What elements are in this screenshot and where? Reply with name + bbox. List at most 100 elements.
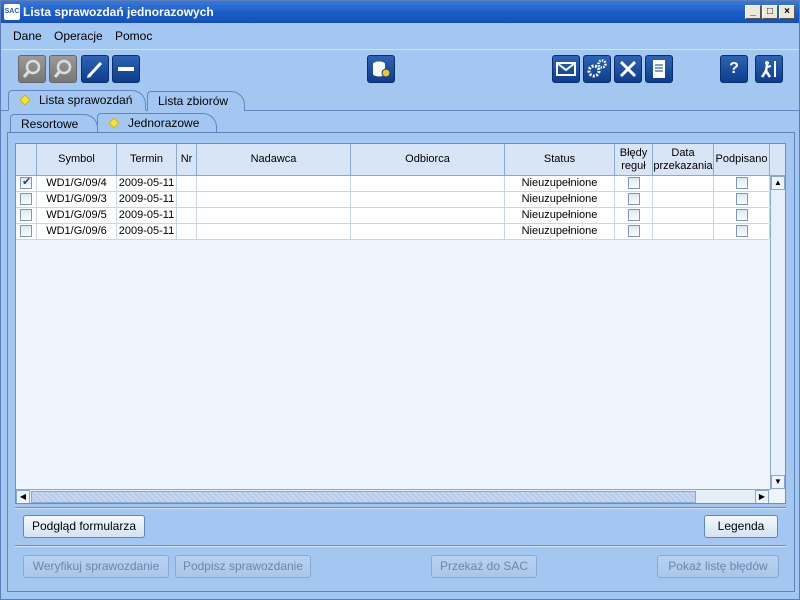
remove-minus-icon[interactable] xyxy=(112,55,140,83)
vertical-scrollbar[interactable]: ▲ ▼ xyxy=(770,176,785,490)
row-select-checkbox[interactable] xyxy=(20,209,32,222)
menu-dane[interactable]: Dane xyxy=(13,29,42,43)
cell-nr xyxy=(177,192,197,207)
header-bledy-line2: reguł xyxy=(621,159,646,172)
cell-odbiorca xyxy=(351,176,505,191)
menu-operacje[interactable]: Operacje xyxy=(54,29,103,43)
close-button[interactable]: × xyxy=(779,5,795,19)
row-checkbox[interactable] xyxy=(735,209,748,222)
maximize-button[interactable]: □ xyxy=(762,5,778,19)
cell-termin: 2009-05-11 xyxy=(117,224,177,239)
cell-nadawca xyxy=(197,192,351,207)
row-checkbox[interactable] xyxy=(735,193,748,206)
podpisz-sprawozdanie-button[interactable]: Podpisz sprawozdanie xyxy=(175,555,311,578)
table-row[interactable]: WD1/G/09/3 2009-05-11 Nieuzupełnione xyxy=(16,192,770,208)
pokaz-liste-bledow-button[interactable]: Pokaż listę błędów xyxy=(657,555,779,578)
cell-status: Nieuzupełnione xyxy=(505,224,615,239)
tab-lista-zbiorow[interactable]: Lista zbiorów xyxy=(147,91,245,111)
settings-gears-icon[interactable] xyxy=(583,55,611,83)
document-icon[interactable] xyxy=(645,55,673,83)
checkbox-cell xyxy=(714,192,770,207)
scroll-down-icon[interactable]: ▼ xyxy=(771,475,785,489)
tab-jednorazowe[interactable]: Jednorazowe xyxy=(97,113,217,133)
cell-termin: 2009-05-11 xyxy=(117,192,177,207)
tab-label: Lista zbiorów xyxy=(158,94,229,108)
cell-data-przekazania xyxy=(653,224,714,239)
cell-data-przekazania xyxy=(653,208,714,223)
reports-table: Symbol Termin Nr Nadawca Odbiorca Status… xyxy=(15,143,786,504)
tab-label: Lista sprawozdań xyxy=(39,93,133,107)
cell-data-przekazania xyxy=(653,192,714,207)
row-select-checkbox[interactable] xyxy=(20,225,32,238)
header-status[interactable]: Status xyxy=(505,144,615,176)
przekaz-do-sac-button[interactable]: Przekaż do SAC xyxy=(431,555,537,578)
cell-symbol: WD1/G/09/4 xyxy=(37,176,117,191)
weryfikuj-sprawozdanie-button[interactable]: Weryfikuj sprawozdanie xyxy=(23,555,169,578)
app-logo: SAC xyxy=(4,4,20,20)
table-row[interactable]: WD1/G/09/5 2009-05-11 Nieuzupełnione xyxy=(16,208,770,224)
tab-label: Resortowe xyxy=(21,117,79,131)
scroll-left-icon[interactable]: ◀ xyxy=(16,490,30,503)
preview-zoom-icon[interactable] xyxy=(18,55,46,83)
cell-status: Nieuzupełnione xyxy=(505,192,615,207)
row-checkbox[interactable] xyxy=(735,177,748,190)
cell-nadawca xyxy=(197,208,351,223)
table-row[interactable]: WD1/G/09/6 2009-05-11 Nieuzupełnione xyxy=(16,224,770,240)
diamond-icon xyxy=(108,117,120,129)
row-checkbox[interactable] xyxy=(627,209,640,222)
checkbox-cell xyxy=(16,224,37,239)
exit-icon[interactable] xyxy=(755,55,783,83)
header-nadawca[interactable]: Nadawca xyxy=(197,144,351,176)
cell-symbol: WD1/G/09/5 xyxy=(37,208,117,223)
row-select-checkbox[interactable] xyxy=(20,193,32,206)
horizontal-scrollbar[interactable]: ◀ ▶ xyxy=(16,489,770,503)
row-checkbox[interactable] xyxy=(627,193,640,206)
header-data-przekazania[interactable]: Data przekazania xyxy=(653,144,714,176)
scroll-thumb[interactable] xyxy=(31,491,696,503)
help-icon[interactable]: ? xyxy=(720,55,748,83)
database-icon[interactable] xyxy=(367,55,395,83)
checkbox-cell xyxy=(16,176,37,191)
cell-termin: 2009-05-11 xyxy=(117,208,177,223)
edit-pencil-icon[interactable] xyxy=(81,55,109,83)
scroll-up-icon[interactable]: ▲ xyxy=(771,176,785,190)
minimize-button[interactable]: _ xyxy=(745,5,761,19)
cell-odbiorca xyxy=(351,224,505,239)
checkbox-cell xyxy=(615,208,653,223)
checkbox-cell xyxy=(615,176,653,191)
header-nr[interactable]: Nr xyxy=(177,144,197,176)
checkbox-cell xyxy=(16,208,37,223)
tab-resortowe[interactable]: Resortowe xyxy=(10,114,98,134)
checkbox-cell xyxy=(714,208,770,223)
header-odbiorca[interactable]: Odbiorca xyxy=(351,144,505,176)
row-select-checkbox[interactable] xyxy=(20,176,32,190)
header-symbol[interactable]: Symbol xyxy=(37,144,117,176)
cell-symbol: WD1/G/09/3 xyxy=(37,192,117,207)
header-bledy-line1: Błędy xyxy=(619,146,648,159)
legenda-button[interactable]: Legenda xyxy=(704,515,778,538)
podglad-formularza-button[interactable]: Podgląd formularza xyxy=(23,515,145,538)
mail-icon[interactable] xyxy=(552,55,580,83)
header-select xyxy=(16,144,37,176)
header-termin[interactable]: Termin xyxy=(117,144,177,176)
cell-nadawca xyxy=(197,176,351,191)
header-podpisano[interactable]: Podpisano xyxy=(714,144,770,176)
row-checkbox[interactable] xyxy=(735,225,748,238)
cell-status: Nieuzupełnione xyxy=(505,176,615,191)
cell-nr xyxy=(177,208,197,223)
cell-nr xyxy=(177,176,197,191)
tab-lista-sprawozdan[interactable]: Lista sprawozdań xyxy=(8,90,146,111)
scroll-right-icon[interactable]: ▶ xyxy=(755,490,769,503)
row-checkbox[interactable] xyxy=(627,177,640,190)
menu-pomoc[interactable]: Pomoc xyxy=(115,29,152,43)
checkbox-cell xyxy=(714,176,770,191)
checkbox-cell xyxy=(615,192,653,207)
cell-symbol: WD1/G/09/6 xyxy=(37,224,117,239)
search-icon[interactable] xyxy=(49,55,77,83)
row-checkbox[interactable] xyxy=(627,225,640,238)
header-bledy-regul[interactable]: Błędy reguł xyxy=(615,144,653,176)
tools-icon[interactable] xyxy=(614,55,642,83)
table-row[interactable]: WD1/G/09/42009-05-11 Nieuzupełnione xyxy=(16,176,770,192)
cell-odbiorca xyxy=(351,208,505,223)
header-data-line1: Data xyxy=(671,146,695,159)
